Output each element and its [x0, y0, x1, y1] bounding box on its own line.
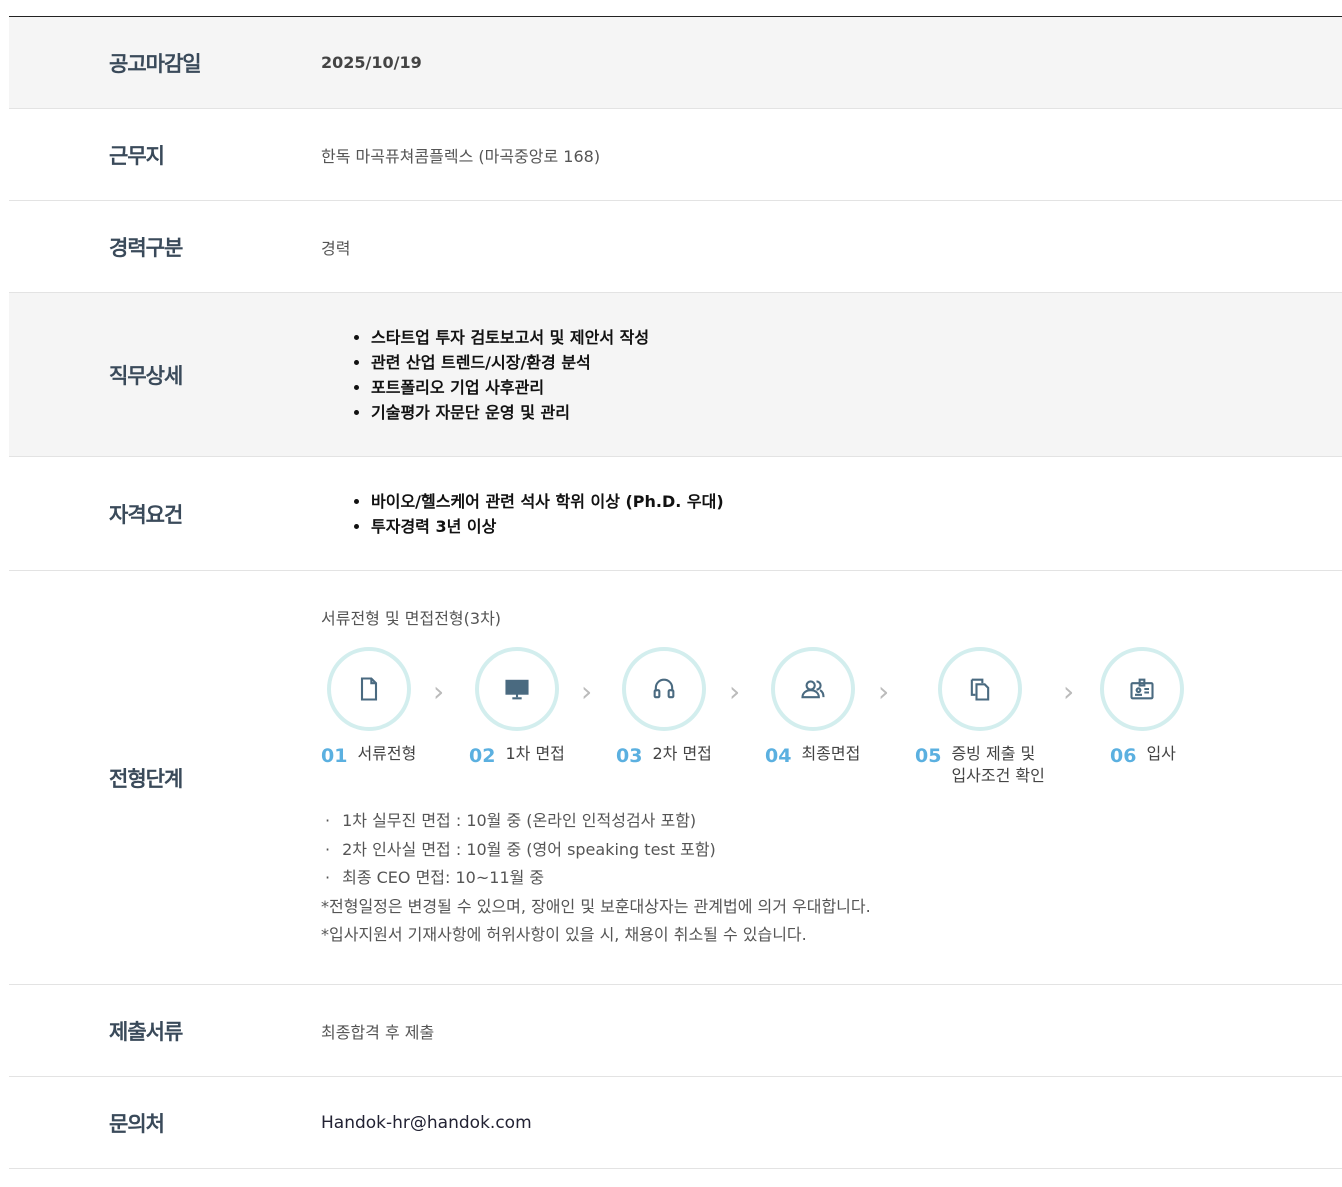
qualification-list: 바이오/헬스케어 관련 석사 학위 이상 (Ph.D. 우대) 투자경력 3년 …	[321, 489, 724, 539]
location-label: 근무지	[109, 143, 165, 168]
step-text: 서류전형	[357, 744, 417, 763]
documents-value: 최종합격 후 제출	[321, 1022, 435, 1042]
schedule-note: 2차 인사실 면접 : 10월 중 (영어 speaking test 포함)	[321, 836, 1342, 865]
location-value: 한독 마곡퓨쳐콤플렉스 (마곡중앙로 168)	[321, 146, 601, 166]
step-text: 입사조건 확인	[951, 766, 1045, 785]
career-label: 경력구분	[109, 235, 183, 260]
step-number: 03	[616, 745, 643, 767]
deadline-label: 공고마감일	[109, 51, 202, 76]
list-item: 포트폴리오 기업 사후관리	[371, 375, 649, 400]
contact-email[interactable]: Handok-hr@handok.com	[321, 1077, 1342, 1168]
step-3: 03 2차 면접	[616, 647, 712, 767]
contact-label: 문의처	[109, 1111, 165, 1136]
qualification-label: 자격요건	[109, 502, 183, 527]
duty-label: 직무상세	[109, 363, 183, 388]
step-1: 01 서류전형	[321, 647, 417, 767]
row-career: 경력구분 경력	[9, 201, 1342, 293]
process-title: 서류전형 및 면접전형(3차)	[321, 609, 502, 628]
id-card-icon	[1100, 647, 1184, 731]
row-deadline: 공고마감일 2025/10/19	[9, 17, 1342, 109]
step-text: 1차 면접	[505, 744, 565, 763]
deadline-value: 2025/10/19	[321, 53, 422, 72]
copy-document-icon	[938, 647, 1022, 731]
remark: *입사지원서 기재사항에 허위사항이 있을 시, 채용이 취소될 수 있습니다.	[321, 925, 807, 944]
step-text: 2차 면접	[652, 744, 712, 763]
chevron-right-icon: ›	[433, 675, 445, 708]
process-label: 전형단계	[109, 766, 183, 791]
process-steps: 01 서류전형 › 02 1차 면접 › 03 2차 면접 › 04 최종면접 …	[321, 647, 1342, 797]
schedule-note: 1차 실무진 면접 : 10월 중 (온라인 인적성검사 포함)	[321, 807, 1342, 836]
step-2: 02 1차 면접	[469, 647, 565, 767]
step-4: 04 최종면접	[765, 647, 861, 767]
monitor-icon	[475, 647, 559, 731]
step-number: 01	[321, 745, 348, 767]
step-6: 06 입사	[1100, 647, 1190, 767]
step-number: 04	[765, 745, 792, 767]
step-text: 최종면접	[801, 744, 861, 763]
process-notes: 1차 실무진 면접 : 10월 중 (온라인 인적성검사 포함) 2차 인사실 …	[321, 807, 1342, 950]
schedule-note: 최종 CEO 면접: 10~11월 중	[321, 864, 1342, 893]
job-detail-table: 공고마감일 2025/10/19 근무지 한독 마곡퓨쳐콤플렉스 (마곡중앙로 …	[9, 16, 1342, 1169]
row-duty: 직무상세 스타트업 투자 검토보고서 및 제안서 작성 관련 산업 트렌드/시장…	[9, 293, 1342, 457]
chevron-right-icon: ›	[878, 675, 890, 708]
step-number: 06	[1110, 745, 1137, 767]
document-icon	[327, 647, 411, 731]
step-text: 증빙 제출 및	[951, 744, 1036, 763]
duty-list: 스타트업 투자 검토보고서 및 제안서 작성 관련 산업 트렌드/시장/환경 분…	[321, 325, 649, 425]
list-item: 기술평가 자문단 운영 및 관리	[371, 400, 649, 425]
documents-label: 제출서류	[109, 1019, 183, 1044]
remark: *전형일정은 변경될 수 있으며, 장애인 및 보훈대상자는 관계법에 의거 우…	[321, 896, 871, 916]
row-location: 근무지 한독 마곡퓨쳐콤플렉스 (마곡중앙로 168)	[9, 109, 1342, 201]
chevron-right-icon: ›	[729, 675, 741, 708]
list-item: 관련 산업 트렌드/시장/환경 분석	[371, 350, 649, 375]
row-contact: 문의처 Handok-hr@handok.com	[9, 1077, 1342, 1169]
career-value: 경력	[321, 238, 351, 258]
people-icon	[771, 647, 855, 731]
list-item: 스타트업 투자 검토보고서 및 제안서 작성	[371, 325, 649, 350]
step-5: 05 증빙 제출 및입사조건 확인	[915, 647, 1045, 785]
row-documents: 제출서류 최종합격 후 제출	[9, 985, 1342, 1077]
step-number: 02	[469, 745, 496, 767]
row-qualification: 자격요건 바이오/헬스케어 관련 석사 학위 이상 (Ph.D. 우대) 투자경…	[9, 457, 1342, 571]
row-process: 전형단계 서류전형 및 면접전형(3차) 01 서류전형 › 02 1차 면접	[9, 571, 1342, 985]
headset-icon	[622, 647, 706, 731]
step-text: 입사	[1146, 744, 1176, 763]
chevron-right-icon: ›	[1063, 675, 1075, 708]
list-item: 투자경력 3년 이상	[371, 514, 724, 539]
list-item: 바이오/헬스케어 관련 석사 학위 이상 (Ph.D. 우대)	[371, 489, 724, 514]
step-number: 05	[915, 745, 942, 767]
chevron-right-icon: ›	[581, 675, 593, 708]
